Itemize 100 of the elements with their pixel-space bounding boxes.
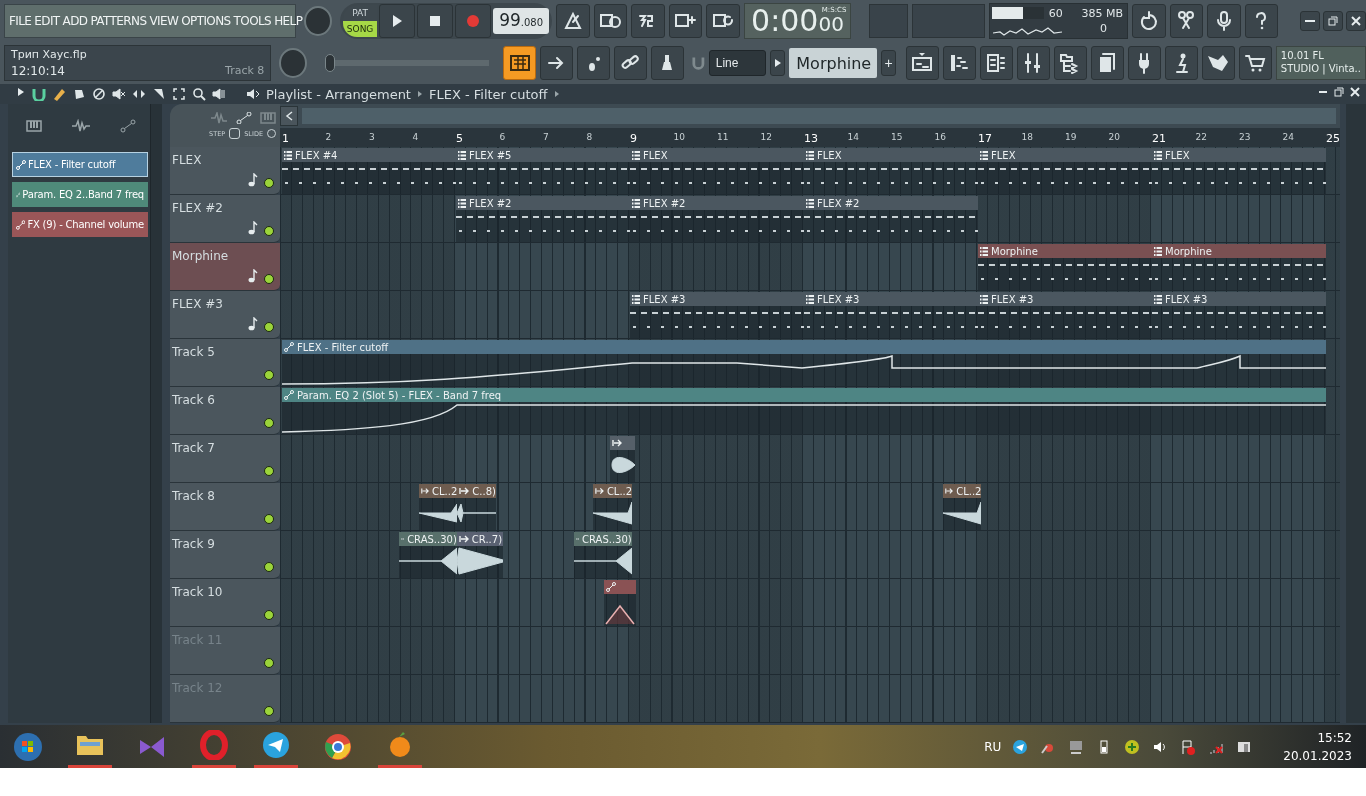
pattern-clip[interactable]: FLEX #4 (282, 148, 456, 194)
menu-item[interactable]: TOOLS (233, 14, 272, 28)
cpu-value: 60 (1048, 6, 1064, 20)
language-indicator[interactable]: RU (984, 739, 1002, 754)
song-time: 12:10:14 (11, 63, 66, 78)
tempo-fraction: .080 (520, 17, 544, 28)
focused-track-label: Track 8 (225, 64, 265, 78)
pattern-clip[interactable]: FLEX #2 (630, 196, 804, 242)
audio-clip[interactable]: CL..2 (419, 484, 458, 530)
bar-number: 6 (498, 132, 507, 144)
track-name: Morphine (172, 249, 229, 263)
track-name: Track 10 (172, 585, 223, 599)
audio-clip[interactable]: CL..2 (943, 484, 982, 530)
track-header[interactable]: Track 8 (170, 483, 280, 531)
bar-number: 14 (846, 132, 860, 144)
add-pattern-button[interactable]: + (881, 50, 896, 76)
bar-number: 17 (977, 132, 993, 147)
track-header[interactable]: Track 6 (170, 387, 280, 435)
bar-number: 1 (281, 132, 290, 147)
automation-clip[interactable]: Param. EQ 2 (Slot 5) - FLEX - Band 7 freq (282, 388, 1326, 434)
pattern-selector[interactable]: Morphine (789, 48, 878, 78)
track-name: Track 8 (172, 489, 215, 503)
audio-clip[interactable]: CRAS..30) (399, 532, 457, 578)
bar-number: 15 (890, 132, 904, 144)
pattern-clip[interactable]: Morphine (978, 244, 1152, 290)
bar-number: 19 (1064, 132, 1078, 144)
pattern-clip[interactable]: FLEX #3 (1152, 292, 1326, 338)
audio-clip[interactable]: CR..7) (456, 532, 503, 578)
track-name: Track 6 (172, 393, 215, 407)
track-header[interactable]: Track 10 (170, 579, 280, 627)
track-header[interactable]: FLEX (170, 147, 280, 195)
menu-item[interactable]: EDIT (34, 14, 60, 28)
track-name: FLEX #3 (172, 297, 223, 311)
time-hundredths: 00 (818, 12, 844, 38)
track-header[interactable]: FLEX #2 (170, 195, 280, 243)
file-name: Трип Хаус.flp (11, 48, 88, 62)
pattern-clip[interactable]: FLEX #3 (978, 292, 1152, 338)
track-header[interactable]: FLEX #3 (170, 291, 280, 339)
clip-source-item[interactable]: FLEX - Filter cutoff (12, 152, 148, 177)
track-header[interactable]: Track 7 (170, 435, 280, 483)
bar-number: 2 (324, 132, 333, 144)
pattern-clip[interactable]: FLEX (1152, 148, 1326, 194)
clip-source-item[interactable]: Param. EQ 2..Band 7 freq (12, 182, 148, 207)
pattern-clip[interactable]: FLEX (804, 148, 978, 194)
time-value: 0:00 (751, 4, 819, 38)
playlist-title: Playlist - Arrangement (266, 86, 411, 102)
pattern-clip[interactable]: FLEX #3 (804, 292, 978, 338)
audio-clip[interactable]: C..8) (457, 484, 497, 530)
menu-item[interactable]: OPTIONS (181, 14, 231, 28)
breadcrumb-label[interactable]: FLEX - Filter cutoff (428, 86, 548, 102)
bar-number: 23 (1238, 132, 1252, 144)
track-header[interactable]: Track 9 (170, 531, 280, 579)
menu-item[interactable]: PATTERNS (90, 14, 147, 28)
bar-number: 3 (368, 132, 376, 144)
pattern-clip[interactable]: FLEX (978, 148, 1152, 194)
menu-item[interactable]: VIEW (149, 14, 179, 28)
menu-item[interactable]: HELP (274, 14, 303, 28)
pattern-clip[interactable]: Morphine (1152, 244, 1326, 290)
track-name: FLEX #2 (172, 201, 223, 215)
clock-time: 15:52 (1317, 730, 1352, 745)
bar-number: 20 (1107, 132, 1121, 144)
news-text: 10.01 FL (1280, 49, 1325, 62)
track-name: Track 9 (172, 537, 215, 551)
snap-dropdown[interactable]: Line (708, 50, 767, 76)
bar-number: 7 (542, 132, 550, 144)
bar-number: 22 (1194, 132, 1208, 144)
track-name: Track 5 (172, 345, 215, 359)
clock-date: 20.01.2023 (1283, 748, 1352, 763)
bar-number: 25 (1325, 132, 1341, 147)
memory-value: 385 MB (1080, 6, 1124, 22)
clip-source-item[interactable]: FX (9) - Channel volume (12, 212, 148, 237)
menu-item[interactable]: ADD (62, 14, 88, 28)
track-header[interactable]: Track 5 (170, 339, 280, 387)
timeline-ruler[interactable]: 1 2 3 4 5 6 7 8 9 10 11 12 13 14 15 16 17 18 19 20 21 22 23 24 25 (280, 128, 1340, 147)
bar-number: 11 (716, 132, 730, 144)
bar-number: 9 (629, 132, 638, 147)
track-name: Track 7 (172, 441, 215, 455)
pattern-clip[interactable]: FLEX #2 (456, 196, 630, 242)
audio-clip[interactable]: CRAS..30) (573, 532, 632, 578)
taskbar-clock[interactable]: 15:52 20.01.2023 (1283, 730, 1352, 763)
bar-number: 21 (1151, 132, 1167, 147)
news-text: STUDIO | Vinta.. (1280, 62, 1361, 75)
pattern-clip[interactable]: FLEX #2 (804, 196, 978, 242)
audio-clip[interactable]: CL..2 (593, 484, 633, 530)
bar-number: 8 (585, 132, 594, 144)
menu-item[interactable]: FILE (9, 14, 32, 28)
bar-number: 13 (803, 132, 819, 147)
track-name: FLEX (172, 153, 202, 167)
pattern-clip[interactable]: FLEX (630, 148, 804, 194)
bar-number: 16 (933, 132, 947, 144)
bar-number: 10 (672, 132, 686, 144)
pattern-clip[interactable]: FLEX #3 (630, 292, 804, 338)
tempo-display[interactable]: 99.080 (493, 8, 550, 34)
track-header[interactable]: Morphine (170, 243, 280, 291)
bar-number: 24 (1281, 132, 1295, 144)
news-panel[interactable]: 10.01 FL STUDIO | Vinta.. (1275, 46, 1366, 80)
mode-toggle[interactable]: SONG (343, 21, 378, 37)
automation-clip[interactable]: FLEX - Filter cutoff (282, 340, 1326, 386)
bar-number: 4 (411, 132, 420, 144)
pattern-clip[interactable]: FLEX #5 (456, 148, 630, 194)
